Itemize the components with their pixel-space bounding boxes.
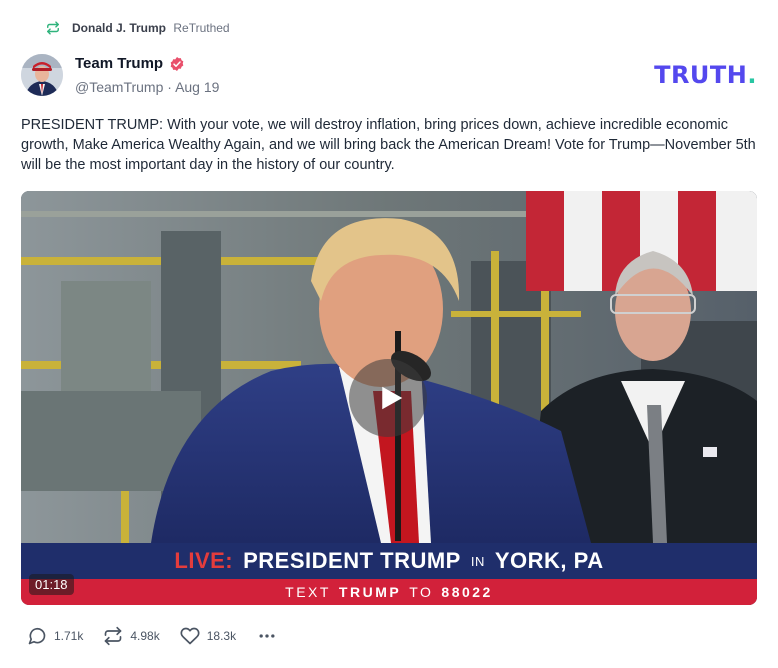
banner-location: YORK, PA (494, 548, 604, 573)
author-handle[interactable]: @TeamTrump (75, 79, 163, 95)
meta-separator: · (167, 79, 172, 95)
banner-headline: PRESIDENT TRUMP (243, 548, 461, 573)
retruth-icon (47, 21, 59, 35)
reply-button[interactable]: 1.71k (27, 626, 83, 646)
reply-icon (28, 627, 46, 645)
post-date[interactable]: Aug 19 (175, 79, 219, 95)
logo-dot: . (747, 61, 757, 89)
retruth-button[interactable]: 4.98k (103, 626, 160, 646)
verified-icon (170, 56, 184, 71)
play-icon (381, 386, 402, 410)
retruth-label: ReTruthed (173, 21, 230, 35)
more-icon (259, 634, 275, 638)
subbanner-prefix: TEXT (285, 584, 331, 600)
reply-count: 1.71k (54, 629, 84, 643)
post-actions: 1.71k 4.98k 18.3k (27, 626, 278, 646)
truth-logo[interactable]: TRUTH. (654, 61, 757, 89)
subbanner-number: 88022 (441, 584, 493, 600)
like-button[interactable]: 18.3k (180, 626, 236, 646)
retruth-user[interactable]: Donald J. Trump (72, 21, 166, 35)
post-text: PRESIDENT TRUMP: With your vote, we will… (21, 117, 756, 173)
more-button[interactable] (256, 626, 278, 646)
video-player[interactable]: LIVE: PRESIDENT TRUMP IN YORK, PA TEXT T… (21, 191, 757, 605)
retruth-indicator: Donald J. Trump ReTruthed (46, 18, 230, 38)
avatar[interactable] (21, 54, 63, 96)
video-banner: LIVE: PRESIDENT TRUMP IN YORK, PA (21, 543, 757, 579)
like-count: 18.3k (206, 629, 237, 643)
play-button[interactable] (349, 359, 427, 437)
repost-icon (105, 626, 122, 646)
author-meta: @TeamTrump · Aug 19 (75, 79, 219, 95)
author-name[interactable]: Team Trump (75, 55, 163, 72)
post-header: Team Trump @TeamTrump · Aug 19 TRUTH. (21, 52, 757, 100)
subbanner-keyword: TRUMP (338, 584, 402, 600)
video-subbanner: TEXT TRUMP TO 88022 (21, 579, 757, 605)
logo-text: TRUTH (654, 61, 748, 89)
banner-live: LIVE: (174, 548, 234, 573)
video-duration: 01:18 (29, 574, 74, 595)
subbanner-middle: TO (409, 584, 434, 600)
banner-in: IN (470, 553, 485, 569)
heart-icon (180, 627, 200, 645)
retruth-count: 4.98k (130, 629, 160, 643)
